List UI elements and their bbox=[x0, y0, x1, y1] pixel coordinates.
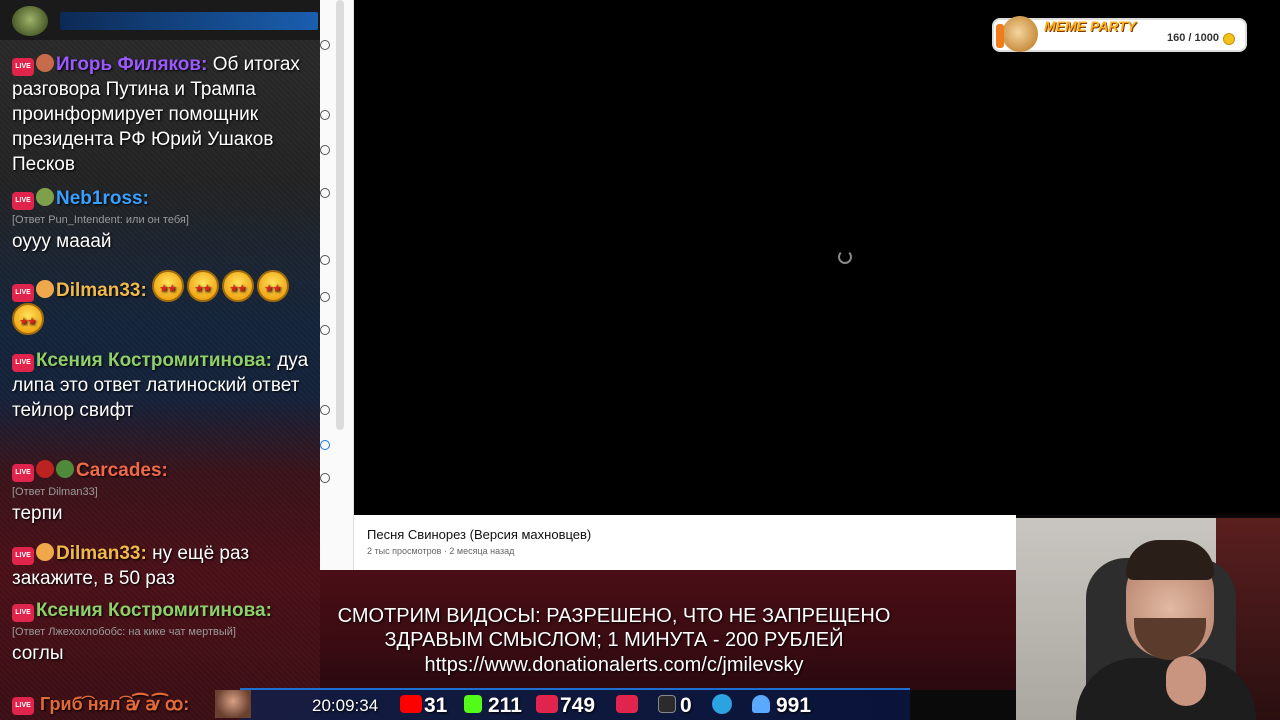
history-icon[interactable] bbox=[320, 188, 330, 198]
status-bar: LIVE Гриб͡ нял͡ ꜹ͡ ꜹ͡ ꝏ: 20:09:34 31 211… bbox=[0, 688, 1016, 720]
youtube-icon bbox=[400, 695, 422, 713]
meme-party-widget: MEME PARTY 160 / 1000 bbox=[992, 16, 1247, 52]
frog-emote-icon bbox=[36, 188, 54, 206]
playlist-icon[interactable] bbox=[320, 255, 330, 265]
star-eyes-emoji-icon bbox=[152, 270, 185, 302]
star-eyes-emoji-icon bbox=[222, 270, 255, 302]
loading-spinner-icon bbox=[838, 250, 852, 264]
rutube-icon bbox=[658, 695, 676, 713]
live-badge-icon: LIVE bbox=[12, 192, 34, 210]
live-badge-icon: LIVE bbox=[12, 604, 34, 622]
clip-icon[interactable] bbox=[320, 473, 330, 483]
video-player[interactable] bbox=[354, 0, 1280, 515]
chat-message: LIVE Dilman33: bbox=[12, 270, 312, 336]
chat-text: оууу мааай bbox=[12, 231, 112, 252]
chat-username[interactable]: Carcades: bbox=[76, 460, 168, 481]
youtube-count: 31 bbox=[424, 694, 448, 717]
webcam-feed bbox=[1016, 518, 1280, 720]
chat-text: терпи bbox=[12, 503, 63, 524]
chat-message: LIVE Carcades: [Ответ Dilman33] терпи bbox=[12, 458, 312, 526]
active-tab-icon[interactable] bbox=[320, 440, 330, 450]
shorts-icon[interactable] bbox=[320, 110, 330, 120]
video-views: 2 тыс просмотров bbox=[367, 546, 442, 556]
user-avatar-icon bbox=[36, 54, 54, 72]
donation-banner: СМОТРИМ ВИДОСЫ: РАЗРЕШЕНО, ЧТО НЕ ЗАПРЕЩ… bbox=[320, 570, 1016, 690]
wine-glass-icon bbox=[36, 460, 54, 478]
live-badge-icon: LIVE bbox=[12, 284, 34, 302]
video-meta: 2 тыс просмотров · 2 месяца назад bbox=[367, 546, 515, 556]
scrollbar[interactable] bbox=[336, 0, 344, 430]
chat-username[interactable]: Ксения Костромитинова: bbox=[36, 600, 272, 621]
meme-party-count: 160 / 1000 bbox=[1167, 32, 1219, 44]
chat-header bbox=[0, 0, 320, 40]
chat-message: LIVE Ксения Костромитинова: дуа липа это … bbox=[12, 348, 312, 423]
banner-line-2: ЗДРАВЫМ СМЫСЛОМ; 1 МИНУТА - 200 РУБЛЕЙ bbox=[384, 629, 844, 651]
vklive-count: 749 bbox=[560, 694, 596, 717]
coin-icon bbox=[1223, 33, 1235, 45]
chat-username[interactable]: Dilman33: bbox=[56, 280, 147, 301]
user-avatar-icon bbox=[36, 543, 54, 561]
meme-thumbnail-icon bbox=[215, 690, 251, 718]
home-icon[interactable] bbox=[320, 40, 330, 50]
streamer-hand bbox=[1166, 656, 1206, 706]
kick-count: 211 bbox=[488, 694, 522, 717]
chat-message: LIVE Игорь Филяков: Об итогах разговора П… bbox=[12, 52, 312, 177]
settings-icon[interactable] bbox=[320, 325, 330, 335]
chat-reply-context: [Ответ Dilman33] bbox=[12, 486, 98, 498]
vklive-icon bbox=[536, 695, 558, 713]
chat-message: LIVE Ксения Костромитинова: [Ответ Лжехох… bbox=[12, 598, 312, 666]
live-badge-icon: LIVE bbox=[12, 697, 34, 715]
chat-username[interactable]: Ксения Костромитинова: bbox=[36, 350, 272, 371]
chat-username[interactable]: Игорь Филяков: bbox=[56, 54, 207, 75]
chat-reply-context: [Ответ Pun_Intendent: или он тебя] bbox=[12, 214, 189, 226]
chat-username[interactable]: Гриб͡ нял͡ ꜹ͡ ꜹ͡ ꝏ: bbox=[40, 694, 189, 715]
chat-panel: LIVE Игорь Филяков: Об итогах разговора П… bbox=[0, 0, 320, 720]
chat-username[interactable]: Dilman33: bbox=[56, 543, 147, 564]
chat-text: соглы bbox=[12, 643, 64, 664]
star-eyes-emoji-icon bbox=[187, 270, 220, 302]
viewers-count: 991 bbox=[776, 694, 812, 717]
video-info: Песня Свинорез (Версия махновцев) 2 тыс … bbox=[354, 515, 1016, 570]
doge-icon bbox=[996, 16, 1038, 52]
rutube-count: 0 bbox=[680, 694, 692, 717]
live-badge-icon: LIVE bbox=[12, 547, 34, 565]
kick-icon bbox=[464, 695, 482, 713]
chat-username[interactable]: Neb1ross: bbox=[56, 188, 149, 209]
frog-emote-icon bbox=[56, 460, 74, 478]
chat-message: LIVE Dilman33: ну ещё раз закажите, в 50 … bbox=[12, 541, 312, 591]
banner-line-1: СМОТРИМ ВИДОСЫ: РАЗРЕШЕНО, ЧТО НЕ ЗАПРЕЩ… bbox=[337, 605, 891, 627]
frog-avatar-icon bbox=[12, 6, 48, 36]
star-eyes-emoji-icon bbox=[257, 270, 290, 302]
live-badge-icon: LIVE bbox=[12, 354, 34, 372]
live-badge-icon: LIVE bbox=[12, 58, 34, 76]
library-icon[interactable] bbox=[320, 405, 330, 415]
telegram-icon bbox=[712, 694, 732, 714]
play-icon bbox=[616, 695, 638, 713]
clock: 20:09:34 bbox=[312, 696, 379, 715]
video-date: 2 месяца назад bbox=[449, 546, 515, 556]
video-title[interactable]: Песня Свинорез (Версия махновцев) bbox=[367, 527, 591, 542]
chat-header-bar bbox=[60, 12, 318, 30]
browser-sidebar bbox=[320, 0, 354, 570]
banner-link[interactable]: https://www.donationalerts.com/c/jmilevs… bbox=[320, 653, 908, 677]
add-icon[interactable] bbox=[320, 292, 330, 302]
chat-message: LIVE Neb1ross: [Ответ Pun_Intendent: или … bbox=[12, 186, 312, 254]
live-badge-icon: LIVE bbox=[12, 464, 34, 482]
viewers-icon bbox=[752, 695, 770, 713]
meme-party-title: MEME PARTY bbox=[1044, 18, 1137, 34]
user-avatar-icon bbox=[36, 280, 54, 298]
streamer-hair bbox=[1126, 540, 1214, 580]
chat-reply-context: [Ответ Лжехохлобобс: на кике чат мертвый… bbox=[12, 626, 236, 638]
star-eyes-emoji-icon bbox=[12, 303, 44, 335]
subscriptions-icon[interactable] bbox=[320, 145, 330, 155]
